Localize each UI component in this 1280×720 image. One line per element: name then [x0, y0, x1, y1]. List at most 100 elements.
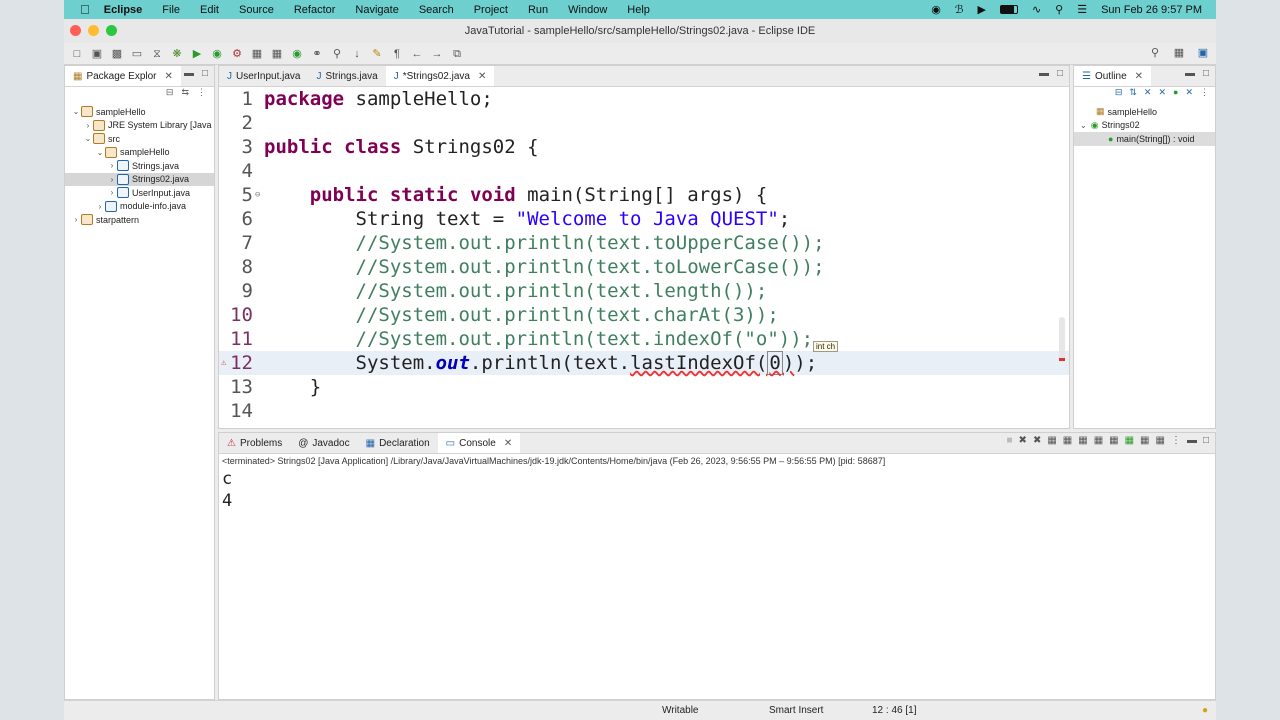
scroll-lock-icon[interactable]: ▦ [1063, 435, 1072, 446]
back-icon[interactable]: ← [410, 47, 424, 61]
tab-problems[interactable]: ⚠ Problems [219, 433, 290, 453]
show-on-output-icon[interactable]: ▦ [1094, 435, 1103, 446]
minimize-icon[interactable]: ▬ [1187, 435, 1197, 446]
hide-static-icon[interactable]: ✕ [1158, 87, 1166, 101]
new-java-project-icon[interactable]: ▦ [250, 47, 264, 61]
menu-help[interactable]: Help [627, 4, 650, 16]
tab-strings02-java[interactable]: J *Strings02.java ✕ [385, 66, 495, 86]
play-icon[interactable]: ▶ [977, 3, 985, 16]
chevron-down-icon[interactable]: ⌄ [95, 148, 105, 157]
fold-toggle-icon[interactable]: ⊖ [255, 190, 260, 200]
tab-package-explorer[interactable]: ▦ Package Explor ✕ [65, 66, 181, 86]
menu-search[interactable]: Search [419, 4, 454, 16]
menu-file[interactable]: File [162, 4, 180, 16]
menubar-clock[interactable]: Sun Feb 26 9:57 PM [1101, 4, 1202, 16]
menu-run[interactable]: Run [528, 4, 548, 16]
clear-console-icon[interactable]: ▦ [1047, 435, 1056, 446]
apple-icon[interactable]:  [80, 2, 90, 17]
forward-icon[interactable]: → [430, 47, 444, 61]
chevron-right-icon[interactable]: › [107, 188, 117, 197]
chevron-right-icon[interactable]: › [95, 202, 105, 211]
tree-item[interactable]: ⌄ sampleHello [65, 105, 214, 119]
view-menu-icon[interactable]: ⋮ [1200, 87, 1209, 101]
tree-item[interactable]: › Strings.java [65, 159, 214, 173]
sort-icon[interactable]: ⇅ [1129, 87, 1137, 101]
tree-item[interactable]: › starpattern [65, 213, 214, 227]
remove-all-launches-icon[interactable]: ✖ [1033, 435, 1041, 446]
tree-item[interactable]: ⌄ src [65, 132, 214, 146]
tab-declaration[interactable]: ▦ Declaration [358, 433, 438, 453]
word-wrap-icon[interactable]: ▦ [1078, 435, 1087, 446]
tip-lightbulb-icon[interactable]: ● [1202, 705, 1208, 716]
chevron-down-icon[interactable]: ⌄ [1080, 121, 1087, 130]
open-type-icon[interactable]: ⚭ [310, 47, 324, 61]
close-window-button[interactable] [70, 25, 81, 36]
chevron-right-icon[interactable]: › [107, 161, 117, 170]
external-tools-icon[interactable]: ⚙ [230, 47, 244, 61]
run-icon[interactable]: ▶ [190, 47, 204, 61]
hide-local-types-icon[interactable]: ✕ [1185, 87, 1193, 101]
outline-item-package[interactable]: ▦ sampleHello [1074, 105, 1215, 119]
skip-breakpoints-icon[interactable]: ⧖ [150, 47, 164, 61]
maximize-icon[interactable]: □ [1203, 435, 1209, 446]
view-menu-icon[interactable]: ⋮ [197, 87, 206, 101]
chevron-right-icon[interactable]: › [107, 175, 117, 184]
link-with-editor-icon[interactable]: ⇆ [181, 87, 189, 101]
pin-console-icon[interactable]: ▦ [1125, 435, 1134, 446]
battery-icon[interactable] [999, 5, 1018, 14]
record-icon[interactable]: ◉ [931, 3, 941, 16]
menu-source[interactable]: Source [239, 4, 274, 16]
spotlight-search-icon[interactable]: ⚲ [1055, 3, 1063, 16]
search-tool-icon[interactable]: ⚲ [330, 47, 344, 61]
hide-fields-icon[interactable]: ✕ [1144, 87, 1152, 101]
close-icon[interactable]: ✕ [504, 438, 512, 449]
close-icon[interactable]: ✕ [1135, 71, 1143, 82]
new-icon[interactable]: □ [70, 47, 84, 61]
show-whitespace-icon[interactable]: ¶ [390, 47, 404, 61]
error-marker[interactable] [1059, 358, 1065, 361]
bluetooth-icon[interactable]: ℬ [955, 3, 964, 16]
menu-edit[interactable]: Edit [200, 4, 219, 16]
chevron-down-icon[interactable]: ⌄ [83, 134, 93, 143]
chevron-right-icon[interactable]: › [83, 121, 93, 130]
pin-icon[interactable]: ⧉ [450, 47, 464, 61]
view-menu-icon[interactable]: ⋮ [1171, 435, 1181, 446]
display-console-icon[interactable]: ▦ [1140, 435, 1149, 446]
wifi-icon[interactable]: ∿ [1032, 3, 1041, 16]
maximize-icon[interactable]: □ [1057, 68, 1063, 79]
terminal-icon[interactable]: ▭ [130, 47, 144, 61]
minimize-icon[interactable]: ▬ [184, 68, 194, 79]
search-icon[interactable]: ⚲ [1148, 46, 1162, 60]
collapse-all-icon[interactable]: ⊟ [166, 87, 174, 101]
tab-userinput-java[interactable]: J UserInput.java [219, 66, 308, 86]
coverage-icon[interactable]: ◉ [210, 47, 224, 61]
menu-refactor[interactable]: Refactor [294, 4, 336, 16]
code-editor[interactable]: 1 package sampleHello; 2 3 public class St… [219, 87, 1069, 427]
close-icon[interactable]: ✕ [165, 71, 173, 82]
tree-item[interactable]: › Strings02.java [65, 172, 214, 186]
open-perspective-icon[interactable]: ▦ [1172, 46, 1186, 60]
minimize-window-button[interactable] [88, 25, 99, 36]
new-package-icon[interactable]: ▦ [270, 47, 284, 61]
editor-overview-ruler[interactable] [1059, 317, 1065, 361]
control-center-icon[interactable]: ☰ [1077, 3, 1087, 16]
menu-window[interactable]: Window [568, 4, 607, 16]
tree-item[interactable]: ⌄ sampleHello [65, 146, 214, 160]
new-class-icon[interactable]: ◉ [290, 47, 304, 61]
tree-item[interactable]: › UserInput.java [65, 186, 214, 200]
tree-item[interactable]: › module-info.java [65, 200, 214, 214]
tab-strings-java[interactable]: J Strings.java [308, 66, 385, 86]
maximize-icon[interactable]: □ [202, 68, 208, 79]
maximize-icon[interactable]: □ [1203, 68, 1209, 79]
console-output[interactable]: c 4 [219, 468, 1215, 512]
minimize-icon[interactable]: ▬ [1039, 68, 1049, 79]
show-on-error-icon[interactable]: ▦ [1109, 435, 1118, 446]
highlight-icon[interactable]: ✎ [370, 47, 384, 61]
chevron-right-icon[interactable]: › [71, 215, 81, 224]
save-all-icon[interactable]: ▩ [110, 47, 124, 61]
tab-outline[interactable]: ☰ Outline ✕ [1074, 66, 1152, 86]
hide-nonpublic-icon[interactable]: ● [1173, 87, 1178, 101]
collapse-all-icon[interactable]: ⊟ [1115, 87, 1123, 101]
tab-javadoc[interactable]: @ Javadoc [290, 433, 357, 453]
tree-item[interactable]: › JRE System Library [Java [65, 119, 214, 133]
